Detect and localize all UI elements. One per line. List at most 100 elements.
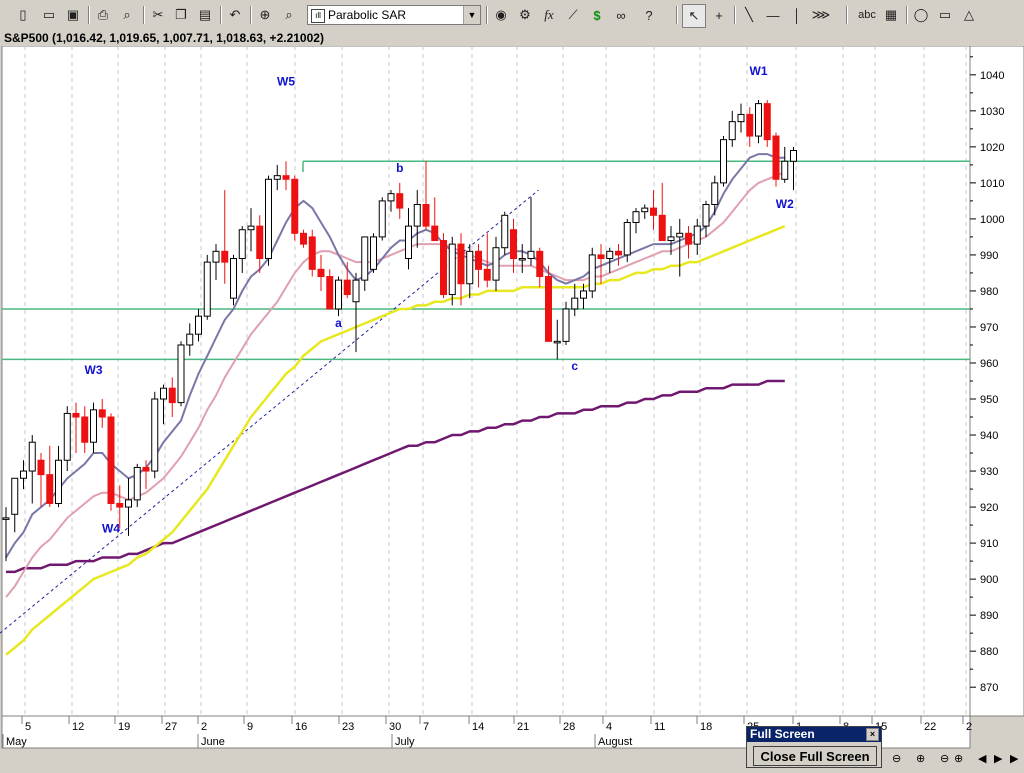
pointer-icon[interactable]: ↖ [682,4,706,28]
candle-body [177,344,185,404]
x-tick-label: 12 [72,721,84,733]
candle-body [335,279,342,310]
candle-body [55,459,62,504]
candle-body [623,222,631,256]
y-tick-label: 870 [980,682,998,694]
zoom-out-icon[interactable]: ⊖ [892,752,901,765]
expert-icon[interactable]: ⚙ [514,4,536,26]
main-toolbar: ▯ ▭ ▣ ⎙ ⌕ ✂ ❐ ▤ ↶ ⊕ ⌕ ıll Parabolic SAR … [0,0,1024,31]
y-tick-label: 890 [980,610,998,622]
candle-body [615,250,622,256]
scroll-right-icon[interactable]: ▶ [1010,752,1018,765]
text-icon[interactable]: abc [854,4,880,26]
candle-body [326,276,334,310]
y-tick-label: 900 [980,574,998,586]
candle-body [536,250,544,278]
candle-body [527,250,535,260]
cut-icon[interactable]: ✂ [147,4,169,26]
candle-body [431,225,439,242]
fullscreen-panel: Full Screen × Close Full Screen [746,726,882,768]
candle-body [116,502,124,508]
binoculars-icon[interactable]: ∞ [610,4,632,26]
open-folder-icon[interactable]: ▭ [38,4,60,26]
x-tick-label: 4 [606,721,612,733]
fib-icon[interactable]: ⋙ [810,4,832,26]
price-chart[interactable]: 512192729162330714212841118251815222MayJ… [0,45,1024,768]
wave-label: W5 [277,75,295,89]
ellipse-icon[interactable]: ◯ [910,4,932,26]
y-tick-label: 980 [980,286,998,298]
function-icon[interactable]: fx [538,4,560,26]
close-icon[interactable]: × [866,728,879,741]
candle-body [343,279,351,296]
hline-icon[interactable]: — [762,4,784,26]
y-tick-label: 960 [980,358,998,370]
trendline-icon[interactable]: ⟋ [562,4,584,26]
x-tick-label: 21 [517,721,529,733]
candle-body [440,240,447,296]
candle-body [151,398,159,472]
dollar-icon[interactable]: $ [586,4,608,26]
paste-icon[interactable]: ▤ [194,4,216,26]
undo-icon[interactable]: ↶ [224,4,246,26]
plot-area [1,45,971,717]
zoom-in-icon[interactable]: ⊕ [916,752,925,765]
candle-body [168,387,176,404]
print-preview-icon[interactable]: ⌕ [116,4,138,26]
help-icon[interactable]: ? [638,4,660,26]
x-tick-label: 18 [700,721,712,733]
zoom-in-icon[interactable]: ⊕ [954,752,963,765]
candle-body [562,308,570,342]
triangle-icon[interactable]: △ [958,4,980,26]
candle-body [685,232,692,245]
zoom-out-icon[interactable]: ⊖ [940,752,949,765]
zoom-icon[interactable]: ⌕ [278,4,300,26]
y-tick-label: 1040 [980,70,1004,82]
cross-icon[interactable]: + [708,4,730,26]
candle-body [510,229,517,260]
wave-label: W2 [776,197,794,211]
rectangle-icon[interactable]: ▭ [934,4,956,26]
wave-label: a [335,316,342,330]
x-tick-label: 30 [389,721,401,733]
y-tick-label: 1000 [980,214,1004,226]
scroll-left-icon[interactable]: ◀ [978,752,986,765]
new-document-icon[interactable]: ▯ [12,4,34,26]
candle-body [273,175,281,180]
line-icon[interactable]: ╲ [738,4,760,26]
candle-body [308,236,316,270]
print-icon[interactable]: ⎙ [92,4,114,26]
table-icon[interactable]: ▦ [880,4,902,26]
scroll-right-icon[interactable]: ▶ [994,752,1002,765]
candle-body [641,207,649,213]
candle-body [457,243,465,285]
y-tick-label: 1020 [980,142,1004,154]
candle-body [676,232,684,238]
chevron-down-icon[interactable]: ▼ [463,6,480,24]
copy-icon[interactable]: ❐ [170,4,192,26]
candle-body [632,211,640,224]
candle-body [300,232,307,245]
save-icon[interactable]: ▣ [62,4,84,26]
x-tick-label: 2 [201,721,207,733]
candle-body [693,225,701,245]
candle-body [475,250,482,270]
candle-body [291,178,299,234]
wave-label: W4 [102,521,120,535]
x-tick-label: 16 [295,721,307,733]
candle-body [720,139,727,184]
chart-title: S&P500 (1,016.42, 1,019.65, 1,007.71, 1,… [4,31,324,45]
candle-body [28,441,36,472]
indicator-select[interactable]: ıll Parabolic SAR ▼ [307,5,481,25]
candle-body [580,290,587,299]
vline-icon[interactable]: │ [786,4,808,26]
x-tick-label: 19 [118,721,130,733]
crosshair-icon[interactable]: ⊕ [254,4,276,26]
candle-body [702,203,710,227]
indicator-icon[interactable]: ◉ [490,4,512,26]
candle-body [501,214,509,249]
close-fullscreen-button[interactable]: Close Full Screen [753,746,877,766]
y-tick-label: 1030 [980,106,1004,118]
candle-body [221,250,229,263]
candle-body [265,178,272,260]
